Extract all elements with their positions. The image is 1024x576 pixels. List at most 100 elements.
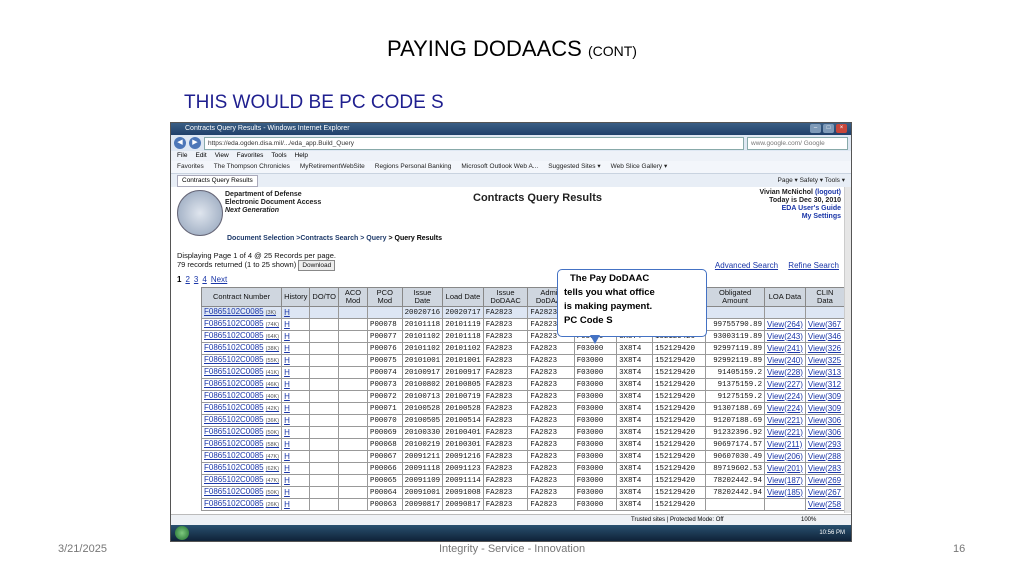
- menu-item-file[interactable]: File: [177, 151, 187, 161]
- cell-hist[interactable]: H: [281, 414, 311, 427]
- contract-number-link[interactable]: F0865102C0085 (38K): [200, 342, 283, 355]
- address-bar[interactable]: https://eda.ogden.disa.mil/.../eda_app.B…: [204, 136, 744, 150]
- cell-clin[interactable]: View(269: [804, 474, 845, 487]
- favorite-item[interactable]: MyRetirementWebSite: [300, 161, 365, 173]
- cell-hist[interactable]: H: [281, 450, 311, 463]
- cell-loa[interactable]: View(201): [764, 462, 806, 475]
- cell-loa[interactable]: View(264): [764, 318, 806, 331]
- column-header[interactable]: Issue DoDAAC: [482, 287, 529, 307]
- cell-loa[interactable]: View(243): [764, 330, 806, 343]
- contract-number-link[interactable]: F0865102C0085 (50K): [200, 486, 283, 499]
- cell-clin[interactable]: View(306: [804, 426, 845, 439]
- cell-hist[interactable]: H: [281, 318, 311, 331]
- cell-hist[interactable]: H: [281, 390, 311, 403]
- favorite-item[interactable]: Web Slice Gallery ▾: [611, 161, 668, 173]
- column-header[interactable]: CLIN Data: [804, 287, 845, 307]
- cell-loa[interactable]: View(224): [764, 390, 806, 403]
- favorite-item[interactable]: Microsoft Outlook Web A...: [461, 161, 538, 173]
- menu-item-help[interactable]: Help: [295, 151, 308, 161]
- forward-icon[interactable]: ▶: [189, 137, 201, 149]
- search-input[interactable]: www.google.com/ Google: [747, 136, 848, 150]
- cell-hist[interactable]: H: [281, 486, 311, 499]
- page-link[interactable]: 3: [194, 275, 198, 284]
- cell-loa[interactable]: View(206): [764, 450, 806, 463]
- cell-hist[interactable]: H: [281, 474, 311, 487]
- cell-clin[interactable]: View(288: [804, 450, 845, 463]
- contract-number[interactable]: F0865102C0085: [204, 343, 264, 352]
- tab-contracts-query[interactable]: Contracts Query Results: [177, 174, 258, 187]
- cell-clin[interactable]: [804, 306, 845, 319]
- cell-loa[interactable]: View(211): [764, 438, 806, 451]
- crumb-contracts-search[interactable]: >Contracts Search: [296, 235, 358, 242]
- advanced-search-link[interactable]: Advanced Search: [715, 261, 778, 270]
- contract-number-link[interactable]: F0865102C0085 (42K): [200, 402, 283, 415]
- contract-number-link[interactable]: F0865102C0085 (46K): [200, 378, 283, 391]
- contract-number-link[interactable]: F0865102C0085 (26K): [200, 498, 283, 511]
- cell-clin[interactable]: View(267: [804, 486, 845, 499]
- command-bar[interactable]: Page ▾ Safety ▾ Tools ▾: [778, 176, 845, 184]
- cell-clin[interactable]: View(306: [804, 414, 845, 427]
- page-link[interactable]: 2: [185, 275, 189, 284]
- contract-number-link[interactable]: F0865102C0085 (40K): [200, 390, 283, 403]
- cell-loa[interactable]: [764, 306, 806, 319]
- crumb-query[interactable]: > Query: [360, 235, 386, 242]
- cell-clin[interactable]: View(293: [804, 438, 845, 451]
- cell-clin[interactable]: View(258: [804, 498, 845, 511]
- contract-number-link[interactable]: F0865102C0085 (74K): [200, 318, 283, 331]
- back-icon[interactable]: ◀: [174, 137, 186, 149]
- cell-loa[interactable]: [764, 498, 806, 511]
- cell-clin[interactable]: View(309: [804, 402, 845, 415]
- zoom-level[interactable]: 100%: [801, 515, 816, 525]
- contract-number-link[interactable]: F0865102C0085 (50K): [200, 426, 283, 439]
- cell-loa[interactable]: View(241): [764, 342, 806, 355]
- cell-hist[interactable]: H: [281, 462, 311, 475]
- contract-number[interactable]: F0865102C0085: [204, 403, 264, 412]
- contract-number-link[interactable]: F0865102C0085 (47K): [200, 474, 283, 487]
- cell-clin[interactable]: View(313: [804, 366, 845, 379]
- settings-link[interactable]: My Settings: [759, 213, 841, 221]
- cell-loa[interactable]: View(227): [764, 378, 806, 391]
- cell-hist[interactable]: H: [281, 342, 311, 355]
- column-header[interactable]: History: [281, 287, 311, 307]
- page-link[interactable]: 4: [202, 275, 206, 284]
- menu-item-tools[interactable]: Tools: [271, 151, 286, 161]
- cell-hist[interactable]: H: [281, 402, 311, 415]
- contract-number[interactable]: F0865102C0085: [204, 463, 264, 472]
- users-guide-link[interactable]: EDA User's Guide: [759, 205, 841, 213]
- menu-item-view[interactable]: View: [215, 151, 229, 161]
- contract-number-link[interactable]: F0865102C0085 (58K): [200, 438, 283, 451]
- contract-number[interactable]: F0865102C0085: [204, 451, 264, 460]
- contract-number-link[interactable]: F0865102C0085 (55K): [200, 354, 283, 367]
- column-header[interactable]: DO/TO: [309, 287, 340, 307]
- column-header[interactable]: Contract Number: [200, 287, 283, 307]
- contract-number[interactable]: F0865102C0085: [204, 391, 264, 400]
- cell-hist[interactable]: H: [281, 378, 311, 391]
- contract-number-link[interactable]: F0865102C0085 (62K): [200, 462, 283, 475]
- cell-hist[interactable]: H: [281, 330, 311, 343]
- contract-number[interactable]: F0865102C0085: [204, 319, 264, 328]
- maximize-icon[interactable]: □: [823, 124, 834, 133]
- cell-clin[interactable]: View(326: [804, 342, 845, 355]
- column-header[interactable]: Issue Date: [401, 287, 444, 307]
- cell-loa[interactable]: View(224): [764, 402, 806, 415]
- cell-clin[interactable]: View(325: [804, 354, 845, 367]
- download-button[interactable]: Download: [298, 260, 336, 271]
- contract-number[interactable]: F0865102C0085: [204, 499, 264, 508]
- column-header[interactable]: PCO Mod: [367, 287, 403, 307]
- contract-number[interactable]: F0865102C0085: [204, 379, 264, 388]
- cell-hist[interactable]: H: [281, 306, 311, 319]
- cell-hist[interactable]: H: [281, 354, 311, 367]
- column-header[interactable]: Load Date: [442, 287, 484, 307]
- contract-number-link[interactable]: F0865102C0085 (3K): [200, 306, 283, 319]
- close-icon[interactable]: ×: [836, 124, 847, 133]
- cell-clin[interactable]: View(367: [804, 318, 845, 331]
- cell-hist[interactable]: H: [281, 426, 311, 439]
- cell-loa[interactable]: View(221): [764, 426, 806, 439]
- contract-number-link[interactable]: F0865102C0085 (41K): [200, 366, 283, 379]
- crumb-document-selection[interactable]: Document Selection: [227, 235, 294, 242]
- cell-loa[interactable]: View(228): [764, 366, 806, 379]
- contract-number[interactable]: F0865102C0085: [204, 367, 264, 376]
- column-header[interactable]: ACO Mod: [338, 287, 369, 307]
- contract-number[interactable]: F0865102C0085: [204, 427, 264, 436]
- contract-number[interactable]: F0865102C0085: [204, 415, 264, 424]
